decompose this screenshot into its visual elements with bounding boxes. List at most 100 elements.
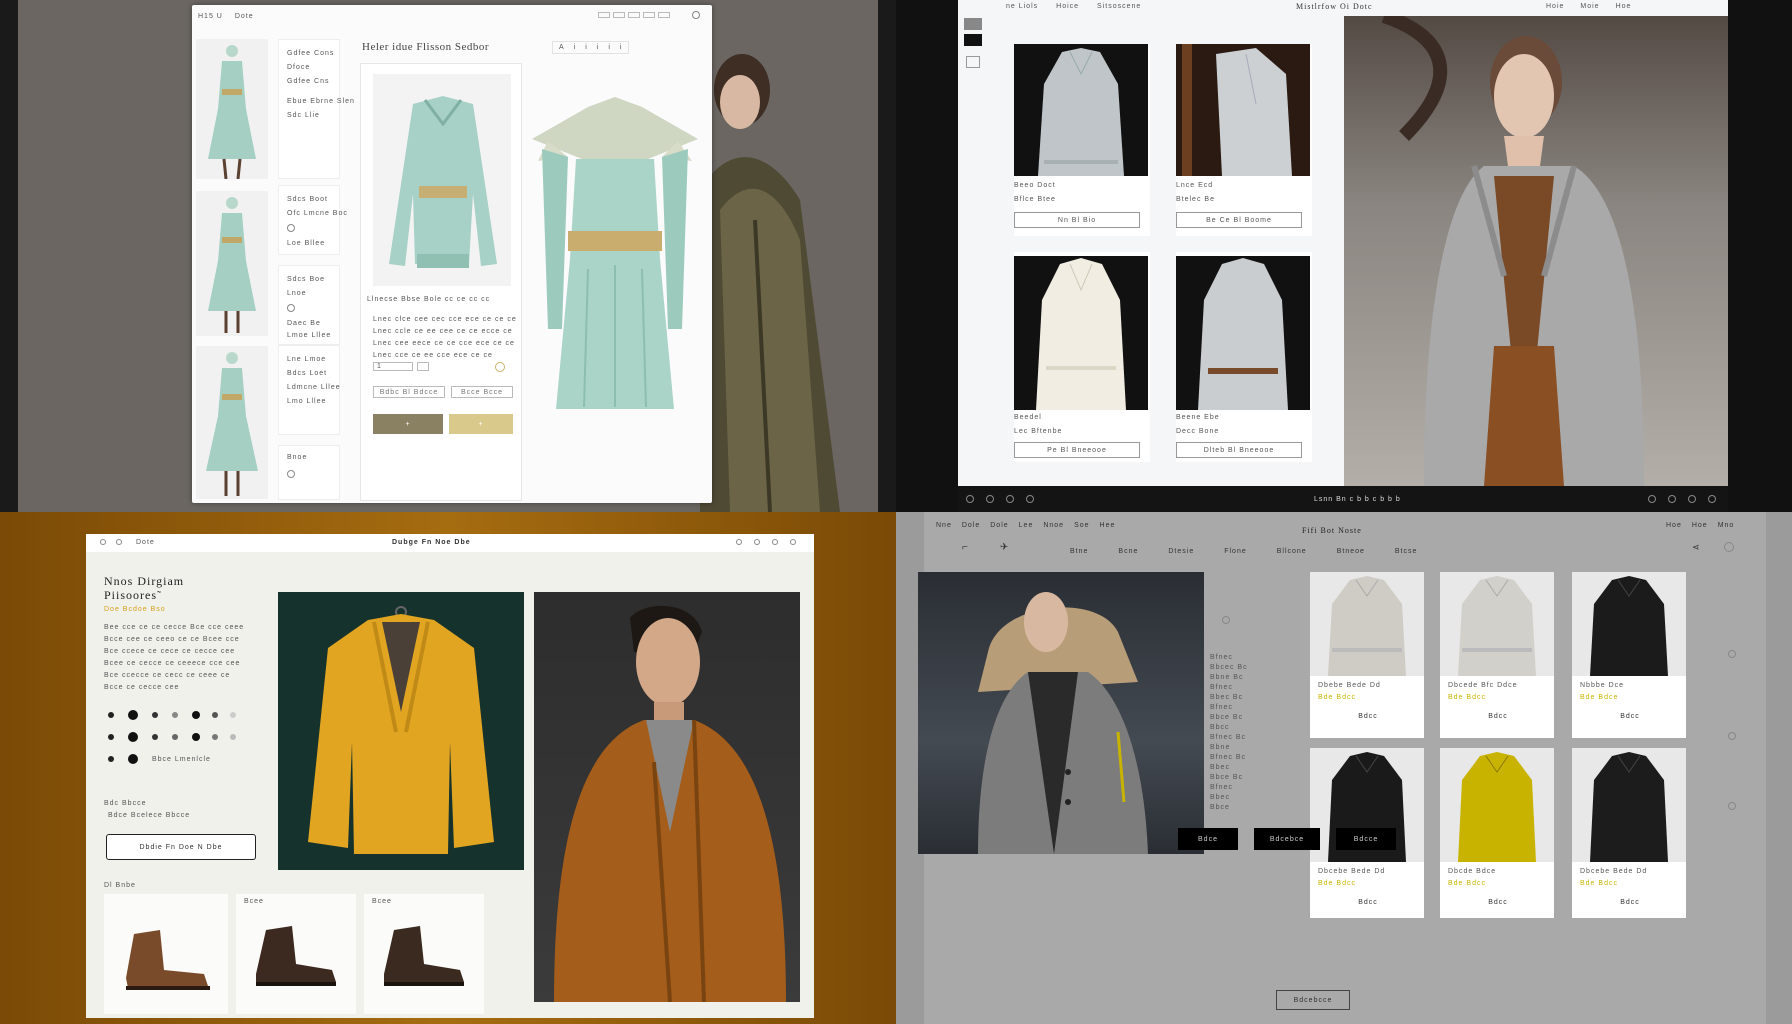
filter-item[interactable]: Bbcec Bc [1210,664,1248,671]
next-icon[interactable] [1006,495,1014,503]
filter-item[interactable]: Bfnec [1210,704,1248,711]
subnav-item[interactable]: Btneoe [1337,548,1365,555]
radio-option[interactable] [287,470,295,478]
load-more-button[interactable]: Bdcebcce [1276,990,1350,1010]
swatch[interactable] [128,710,138,720]
cart-icon[interactable] [772,539,778,545]
nav-item[interactable]: Dole [962,522,980,529]
swatch[interactable] [108,712,114,718]
filter-item[interactable]: Bfnec [1210,784,1248,791]
product-card[interactable]: Dbcede Bfc Ddce Bde Bdcc Bdcc [1440,572,1554,738]
add-button[interactable]: Dlteb Bl Bneeooe [1176,442,1302,458]
home-icon[interactable] [100,539,106,545]
add-button[interactable]: Bdcc [1476,712,1520,720]
subnav-item[interactable]: Dtesie [1168,548,1194,555]
filter-item[interactable]: Bbec Bc [1210,694,1248,701]
nav-item[interactable]: Soe [1074,522,1089,529]
nav-item[interactable]: Dole [990,522,1008,529]
quantity-stepper[interactable] [417,362,429,371]
swatch-gray[interactable] [964,18,982,30]
product-card[interactable]: Nbbbe Dce Bde Bdce Bdcc [1572,572,1686,738]
filter-item[interactable]: Bbce Bc [1210,714,1248,721]
nav-item[interactable]: Hoice [1056,3,1079,10]
search-icon[interactable] [736,539,742,545]
nav-dot-icon[interactable] [1728,650,1736,658]
swatch[interactable] [172,712,178,718]
buy-now-button[interactable]: + [373,414,443,434]
menu-icon[interactable] [966,56,980,68]
size-tab[interactable]: i [574,44,577,51]
filter-toggle-icon[interactable] [1222,616,1230,624]
add-button[interactable]: Nn Bl Bio [1014,212,1140,228]
account-icon[interactable] [754,539,760,545]
share-icon[interactable]: ⋖ [1692,542,1700,553]
toolbar-tab[interactable] [658,12,670,18]
add-to-bag-button[interactable]: Bdbc Bl Bdcce [373,386,445,398]
filter-item[interactable]: Bbce Bc [1210,774,1248,781]
nav-item[interactable]: Hoe [1616,3,1632,10]
add-button[interactable]: Bdcc [1608,712,1652,720]
product-image-coat[interactable] [278,592,524,870]
nav-item[interactable]: Hee [1100,522,1116,529]
thumbnail[interactable] [196,346,268,499]
radio-option[interactable] [287,304,295,312]
subnav-item[interactable]: Bllcone [1277,548,1307,555]
quantity-field[interactable]: 1 [373,362,413,371]
subnav-item[interactable]: Btne [1070,548,1088,555]
product-card[interactable]: Beedel Lec Bftenbe Pe Bl Bneeooe [1014,252,1150,462]
more-icon[interactable] [790,539,796,545]
fullscreen-icon[interactable] [1708,495,1716,503]
subnav-item[interactable]: Btcse [1395,548,1418,555]
play-icon[interactable] [986,495,994,503]
swatch[interactable] [172,734,178,740]
prev-icon[interactable] [966,495,974,503]
product-card[interactable]: Beeo Doct Bflce Btee Nn Bl Bio [1014,44,1150,236]
settings-icon[interactable] [692,11,700,19]
size-tab[interactable]: A [559,44,565,51]
add-to-cart-button[interactable]: + [449,414,513,434]
swatch[interactable] [128,754,138,764]
add-button[interactable]: Pe Bl Bneeooe [1014,442,1140,458]
size-tab[interactable]: i [597,44,600,51]
toolbar-tab[interactable] [598,12,610,18]
swatch[interactable] [108,734,114,740]
add-button[interactable]: Be Ce Bl Boome [1176,212,1302,228]
menu-icon[interactable] [116,539,122,545]
size-tab[interactable]: i [620,44,623,51]
settings-icon[interactable] [1724,542,1734,552]
thumbnail[interactable] [196,39,268,179]
subnav-item[interactable]: Flone [1224,548,1247,555]
filter-item[interactable]: Bfnec Bc [1210,754,1248,761]
tool-icon[interactable]: ✈ [1000,542,1008,553]
toolbar-tab[interactable] [613,12,625,18]
nav-item[interactable]: Sitsoscene [1097,3,1141,10]
pager-button[interactable]: Bdce [1178,828,1238,850]
nav-item[interactable]: Dote [136,539,155,546]
shoe-tile[interactable]: Bcee [236,894,356,1014]
nav-dot-icon[interactable] [1728,802,1736,810]
filter-item[interactable]: Bfnec Bc [1210,734,1248,741]
product-card[interactable]: Dbcde Bdce Bde Bdcc Bdcc [1440,748,1554,918]
share-icon[interactable] [1648,495,1656,503]
shoe-tile[interactable] [104,894,228,1014]
add-button[interactable]: Bdcc [1346,898,1390,906]
swatch[interactable] [230,712,236,718]
heart-icon[interactable] [1668,495,1676,503]
filter-item[interactable]: Bbec [1210,764,1248,771]
add-button[interactable]: Bdcc [1608,898,1652,906]
shop-now-button[interactable]: Dbdie Fn Doe N Dbe [106,834,256,860]
filter-item[interactable]: Bbne Bc [1210,674,1248,681]
swatch[interactable] [152,712,158,718]
swatch[interactable] [212,734,218,740]
nav-item[interactable]: Nnoe [1043,522,1064,529]
swatch[interactable] [152,734,158,740]
save-button[interactable]: Bcce Bcce [451,386,513,398]
swatch[interactable] [212,712,218,718]
swatch[interactable] [128,732,138,742]
pager-button[interactable]: Bdcce [1336,828,1396,850]
nav-item[interactable]: Lee [1019,522,1034,529]
size-tab[interactable]: i [608,44,611,51]
add-button[interactable]: Bdcc [1346,712,1390,720]
nav-item[interactable]: ne Liols [1006,3,1038,10]
filter-item[interactable]: Bbec [1210,794,1248,801]
